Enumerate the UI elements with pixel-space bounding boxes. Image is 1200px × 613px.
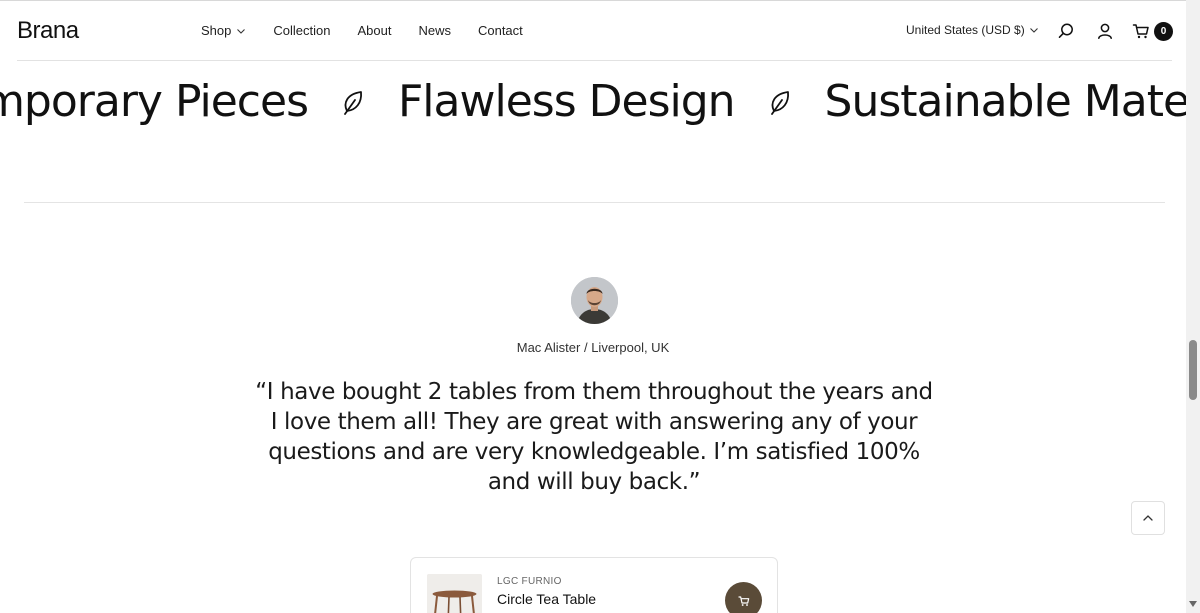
avatar-image — [571, 277, 618, 324]
page-scrollbar[interactable] — [1186, 0, 1200, 613]
chevron-up-icon — [1143, 515, 1153, 521]
search-icon[interactable] — [1057, 22, 1075, 40]
table-image — [427, 574, 482, 613]
marquee-item: emporary Pieces — [0, 76, 309, 127]
account-icon[interactable] — [1096, 22, 1114, 40]
nav-item-label: News — [418, 23, 451, 38]
cart-count-badge[interactable]: 0 — [1154, 22, 1173, 41]
author-separator: / — [583, 340, 588, 355]
brand-logo[interactable]: Brana — [17, 17, 79, 45]
nav-item-label: About — [357, 23, 392, 38]
chevron-down-icon — [1029, 28, 1038, 33]
header-divider — [17, 60, 1172, 61]
product-thumbnail[interactable] — [427, 574, 482, 613]
scrollbar-thumb[interactable] — [1189, 340, 1197, 400]
product-card[interactable]: LGC FURNIO Circle Tea Table — [410, 557, 778, 613]
nav-item-label: Contact — [477, 23, 523, 38]
testimonial-author: Mac Alister / Liverpool, UK — [0, 340, 1186, 355]
nav-item-about[interactable]: About — [357, 23, 391, 38]
site-header: Brana Shop Collection About News Contact… — [0, 1, 1186, 61]
nav-item-contact[interactable]: Contact — [478, 23, 523, 38]
nav-item-label: Shop — [201, 23, 232, 38]
author-name: Mac Alister — [516, 340, 581, 355]
chevron-down-icon — [237, 28, 246, 34]
marquee-track: emporary Pieces Flawless Design Sustaina… — [0, 76, 1186, 127]
nav-item-collection[interactable]: Collection — [273, 23, 330, 38]
add-to-cart-button[interactable] — [725, 582, 762, 613]
feature-marquee: emporary Pieces Flawless Design Sustaina… — [0, 76, 1186, 146]
cart-icon[interactable] — [1132, 22, 1150, 40]
currency-selector[interactable]: United States (USD $) — [906, 23, 1039, 37]
avatar — [571, 277, 618, 324]
scroll-down-arrow-icon[interactable] — [1189, 601, 1197, 607]
cart-icon — [737, 595, 749, 606]
product-name[interactable]: Circle Tea Table — [497, 591, 596, 607]
marquee-item: Flawless Design — [398, 76, 736, 127]
leaf-icon — [344, 90, 362, 115]
author-location: Liverpool, UK — [591, 340, 670, 355]
nav-item-shop[interactable]: Shop — [201, 23, 246, 38]
currency-label: United States (USD $) — [906, 23, 1025, 37]
nav-item-news[interactable]: News — [418, 23, 451, 38]
back-to-top-button[interactable] — [1131, 501, 1165, 535]
main-nav: Shop Collection About News Contact — [201, 23, 523, 38]
product-brand: LGC FURNIO — [497, 576, 562, 587]
testimonial-quote: “I have bought 2 tables from them throug… — [255, 379, 933, 495]
marquee-item: Sustainable Materials — [824, 76, 1186, 127]
section-divider — [24, 202, 1165, 203]
nav-item-label: Collection — [273, 23, 331, 38]
leaf-icon — [770, 90, 789, 115]
